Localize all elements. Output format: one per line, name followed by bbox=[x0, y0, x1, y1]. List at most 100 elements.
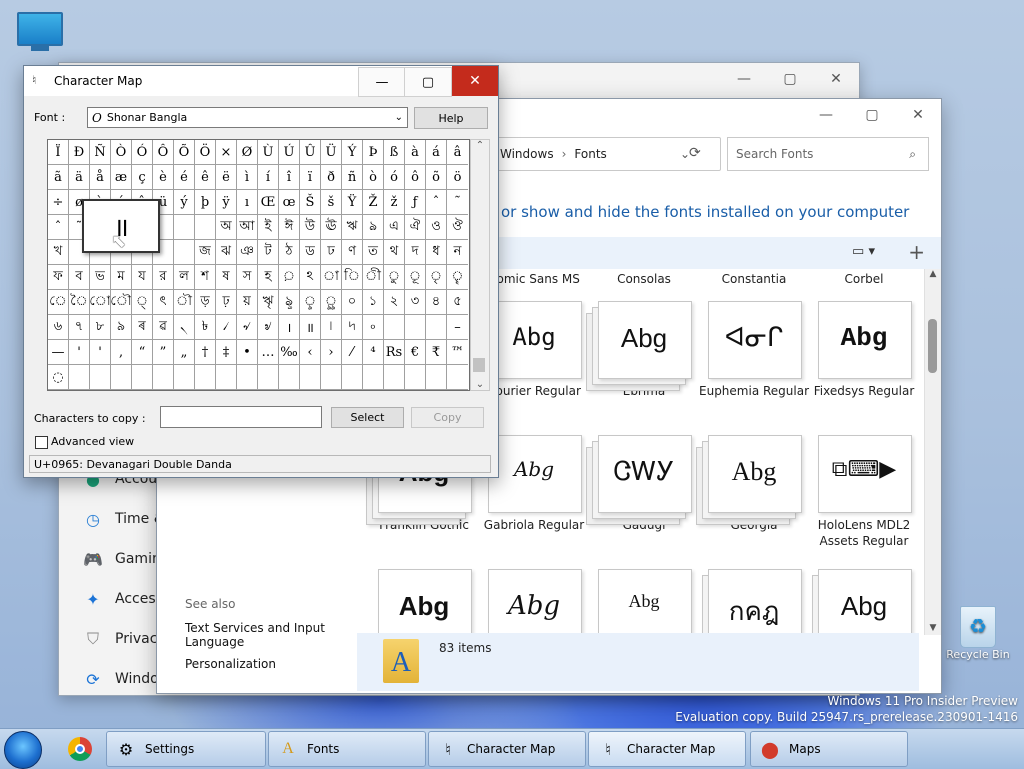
char-cell[interactable]: ৸ bbox=[342, 315, 363, 340]
char-cell[interactable]: ঽ bbox=[300, 265, 321, 290]
help-button[interactable]: Help bbox=[414, 107, 488, 129]
char-cell[interactable] bbox=[363, 365, 384, 390]
char-cell[interactable]: – bbox=[447, 315, 468, 340]
link-personalization[interactable]: Personalization bbox=[185, 657, 325, 671]
char-cell[interactable]: ž bbox=[384, 190, 405, 215]
char-cell[interactable]: ï bbox=[300, 165, 321, 190]
char-cell[interactable]: ৯ bbox=[111, 315, 132, 340]
char-cell[interactable]: › bbox=[321, 340, 342, 365]
char-cell[interactable]: হ bbox=[258, 265, 279, 290]
char-cell[interactable]: । bbox=[279, 315, 300, 340]
char-cell[interactable]: ₹ bbox=[426, 340, 447, 365]
char-cell[interactable]: ™ bbox=[447, 340, 468, 365]
char-cell[interactable]: • bbox=[237, 340, 258, 365]
char-cell[interactable] bbox=[195, 365, 216, 390]
char-cell[interactable]: é bbox=[174, 165, 195, 190]
char-cell[interactable]: ু bbox=[384, 265, 405, 290]
char-cell[interactable]: ৌ bbox=[111, 290, 132, 315]
char-cell[interactable]: ২ bbox=[384, 290, 405, 315]
char-cell[interactable]: ð bbox=[321, 165, 342, 190]
view-options-icon[interactable]: ▭ ▾ bbox=[852, 244, 875, 259]
char-cell[interactable]: ৗ bbox=[174, 290, 195, 315]
char-cell[interactable] bbox=[195, 215, 216, 240]
char-cell[interactable]: ৢ bbox=[300, 290, 321, 315]
char-cell[interactable]: ত bbox=[363, 240, 384, 265]
scroll-down-icon[interactable]: ⌄ bbox=[471, 379, 489, 390]
copy-button[interactable]: Copy bbox=[411, 407, 484, 428]
char-cell[interactable]: ঢ bbox=[321, 240, 342, 265]
char-cell[interactable] bbox=[384, 315, 405, 340]
char-cell[interactable]: ৡ bbox=[279, 290, 300, 315]
char-cell[interactable]: ' bbox=[90, 340, 111, 365]
char-cell[interactable] bbox=[405, 365, 426, 390]
char-cell[interactable]: — bbox=[48, 340, 69, 365]
char-cell[interactable]: ‡ bbox=[216, 340, 237, 365]
taskbar-item-fonts[interactable]: A Fonts bbox=[268, 731, 426, 767]
char-cell[interactable]: ৈ bbox=[69, 290, 90, 315]
char-cell[interactable]: á bbox=[426, 140, 447, 165]
char-cell[interactable]: Ù bbox=[258, 140, 279, 165]
char-cell[interactable]: Ï bbox=[48, 140, 69, 165]
char-cell[interactable]: ⁄ bbox=[342, 340, 363, 365]
char-cell[interactable]: Þ bbox=[363, 140, 384, 165]
scrollbar-thumb[interactable] bbox=[928, 319, 937, 373]
char-cell[interactable]: ৩ bbox=[405, 290, 426, 315]
char-cell[interactable]: ো bbox=[90, 290, 111, 315]
char-cell[interactable]: ß bbox=[384, 140, 405, 165]
char-cell[interactable]: Ž bbox=[363, 190, 384, 215]
char-cell[interactable]: ƒ bbox=[405, 190, 426, 215]
char-cell[interactable]: † bbox=[195, 340, 216, 365]
scroll-up-icon[interactable]: ⌃ bbox=[471, 140, 489, 151]
char-cell[interactable]: ৶ bbox=[258, 315, 279, 340]
char-cell[interactable]: ৰ bbox=[132, 315, 153, 340]
char-cell[interactable]: ë bbox=[216, 165, 237, 190]
char-cell[interactable]: Ø bbox=[237, 140, 258, 165]
char-cell[interactable]: ⁴ bbox=[363, 340, 384, 365]
char-cell[interactable]: ৎ bbox=[153, 290, 174, 315]
char-cell[interactable] bbox=[258, 365, 279, 390]
char-cell[interactable]: ব bbox=[69, 265, 90, 290]
char-cell[interactable]: ‹ bbox=[300, 340, 321, 365]
char-cell[interactable]: ‚ bbox=[111, 340, 132, 365]
charmap-titlebar[interactable]: ♮ Character Map — ▢ ✕ bbox=[24, 66, 498, 97]
char-cell[interactable]: ॥ bbox=[300, 315, 321, 340]
close-button[interactable]: ✕ bbox=[813, 63, 859, 95]
desktop-icon-this-pc[interactable] bbox=[14, 12, 66, 51]
char-cell[interactable]: ি bbox=[342, 265, 363, 290]
char-cell[interactable]: ূ bbox=[405, 265, 426, 290]
maximize-button[interactable]: ▢ bbox=[767, 63, 813, 95]
char-cell[interactable]: ফ bbox=[48, 265, 69, 290]
char-cell[interactable]: ষ bbox=[216, 265, 237, 290]
char-cell[interactable]: Ú bbox=[279, 140, 300, 165]
font-tile-ebrima[interactable]: Abg Ebrima bbox=[586, 301, 699, 399]
char-cell[interactable]: å bbox=[90, 165, 111, 190]
char-cell[interactable] bbox=[447, 365, 468, 390]
char-cell[interactable]: ্ bbox=[132, 290, 153, 315]
char-cell[interactable]: Ý bbox=[342, 140, 363, 165]
font-label-consolas[interactable]: Consolas bbox=[589, 271, 699, 287]
add-icon[interactable]: + bbox=[908, 240, 925, 264]
font-tile-euphemia[interactable]: ᐊᓂᒋ Euphemia Regular bbox=[699, 301, 809, 399]
char-cell[interactable]: ì bbox=[237, 165, 258, 190]
char-cell[interactable]: æ bbox=[111, 165, 132, 190]
char-cell[interactable]: ä bbox=[69, 165, 90, 190]
char-cell[interactable]: ড bbox=[300, 240, 321, 265]
charmap-window[interactable]: ♮ Character Map — ▢ ✕ Font : O Shonar Ba… bbox=[23, 65, 499, 478]
font-tile-fixedsys[interactable]: Abg Fixedsys Regular bbox=[809, 301, 919, 399]
font-tile-hololens[interactable]: ⧉⌨▶ HoloLens MDL2 Assets Regular bbox=[809, 435, 919, 549]
char-cell[interactable]: ৴ bbox=[216, 315, 237, 340]
select-button[interactable]: Select bbox=[331, 407, 404, 428]
char-cell[interactable] bbox=[342, 365, 363, 390]
characters-to-copy-input[interactable] bbox=[160, 406, 322, 428]
char-cell[interactable]: ০ bbox=[342, 290, 363, 315]
char-cell[interactable] bbox=[174, 215, 195, 240]
char-cell[interactable] bbox=[111, 365, 132, 390]
char-cell[interactable]: থ bbox=[384, 240, 405, 265]
minimize-button[interactable]: — bbox=[721, 63, 767, 95]
close-button[interactable]: ✕ bbox=[895, 99, 941, 131]
char-cell[interactable]: Ñ bbox=[90, 140, 111, 165]
font-tile-gadugi[interactable]: ᏣᎳᎩ Gadugi bbox=[586, 435, 699, 533]
maximize-button[interactable]: ▢ bbox=[404, 67, 452, 97]
settings-nav-privacy[interactable]: ⛉ Privac bbox=[83, 629, 157, 649]
taskbar-item-charmap-2[interactable]: ♮ Character Map bbox=[588, 731, 746, 767]
